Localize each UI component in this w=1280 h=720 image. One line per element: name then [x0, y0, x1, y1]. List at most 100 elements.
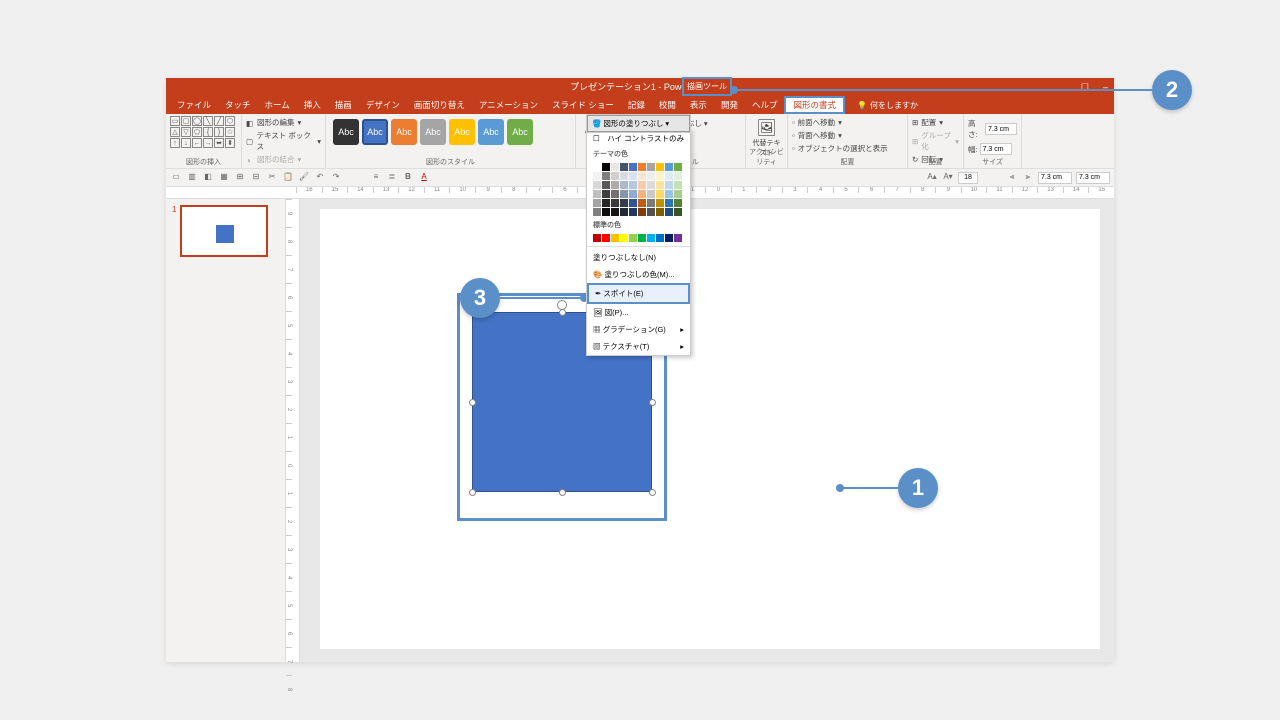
resize-handle[interactable]: [469, 489, 476, 496]
color-swatch[interactable]: [629, 234, 637, 242]
color-swatch[interactable]: [593, 190, 601, 198]
tab-animations[interactable]: アニメーション: [472, 96, 545, 114]
color-swatch[interactable]: [647, 181, 655, 189]
color-swatch[interactable]: [638, 181, 646, 189]
dim-input-2[interactable]: [1076, 172, 1110, 184]
slide-canvas[interactable]: [320, 209, 1100, 649]
edit-shape-button[interactable]: ◧図形の編集 ▾: [246, 116, 321, 129]
color-swatch[interactable]: [656, 181, 664, 189]
color-swatch[interactable]: [674, 234, 682, 242]
qat-icon[interactable]: 📋: [282, 172, 294, 184]
color-swatch[interactable]: [620, 199, 628, 207]
qat-icon[interactable]: ◧: [202, 172, 214, 184]
color-swatch[interactable]: [647, 172, 655, 180]
tab-developer[interactable]: 開発: [714, 96, 745, 114]
qat-icon[interactable]: ≡: [370, 172, 382, 184]
style-swatch-3[interactable]: Abc: [391, 119, 417, 145]
tab-record[interactable]: 記録: [621, 96, 652, 114]
color-swatch[interactable]: [638, 163, 646, 171]
font-size-input[interactable]: [958, 172, 978, 184]
text-box-button[interactable]: ▢テキスト ボックス ▾: [246, 129, 321, 153]
color-swatch[interactable]: [593, 181, 601, 189]
color-swatch[interactable]: [656, 208, 664, 216]
color-swatch[interactable]: [602, 172, 610, 180]
color-swatch[interactable]: [620, 208, 628, 216]
color-swatch[interactable]: [611, 181, 619, 189]
color-swatch[interactable]: [611, 172, 619, 180]
bring-forward-button[interactable]: ▫ 前面へ移動 ▾: [792, 116, 903, 129]
color-swatch[interactable]: [629, 181, 637, 189]
color-swatch[interactable]: [593, 172, 601, 180]
bold-icon[interactable]: B: [402, 172, 414, 184]
color-swatch[interactable]: [602, 181, 610, 189]
font-decrease-icon[interactable]: A▾: [942, 172, 954, 184]
color-swatch[interactable]: [665, 234, 673, 242]
color-swatch[interactable]: [602, 199, 610, 207]
selection-pane-button[interactable]: ▫ オブジェクトの選択と表示: [792, 142, 903, 155]
tab-draw[interactable]: 描画: [328, 96, 359, 114]
shape-height-input[interactable]: [985, 123, 1017, 135]
color-swatch[interactable]: [602, 208, 610, 216]
resize-handle[interactable]: [649, 399, 656, 406]
color-swatch[interactable]: [674, 208, 682, 216]
color-swatch[interactable]: [620, 181, 628, 189]
slide-thumbnail-1[interactable]: [180, 205, 268, 257]
alt-text-icon[interactable]: 🖼: [750, 118, 783, 138]
color-swatch[interactable]: [665, 163, 673, 171]
color-swatch[interactable]: [602, 163, 610, 171]
picture-fill-option[interactable]: 🖼 図(P)...: [587, 304, 690, 321]
shape-fill-dropdown-button[interactable]: 🪣図形の塗りつぶし ▾: [586, 114, 691, 133]
qat-icon[interactable]: ≣: [386, 172, 398, 184]
color-swatch[interactable]: [665, 199, 673, 207]
tab-transitions[interactable]: 画面切り替え: [407, 96, 472, 114]
color-swatch[interactable]: [593, 199, 601, 207]
color-swatch[interactable]: [638, 199, 646, 207]
color-swatch[interactable]: [629, 163, 637, 171]
qat-icon[interactable]: ▥: [186, 172, 198, 184]
more-fill-colors-option[interactable]: 🎨 塗りつぶしの色(M)...: [587, 266, 690, 283]
tab-touch[interactable]: タッチ: [218, 96, 258, 114]
style-swatch-7[interactable]: Abc: [507, 119, 533, 145]
tab-home[interactable]: ホーム: [258, 96, 297, 114]
color-swatch[interactable]: [629, 199, 637, 207]
tab-review[interactable]: 校閲: [652, 96, 683, 114]
resize-handle[interactable]: [649, 489, 656, 496]
tab-insert[interactable]: 挿入: [297, 96, 328, 114]
align-icon[interactable]: ⫸: [1022, 172, 1034, 184]
resize-handle[interactable]: [469, 399, 476, 406]
color-swatch[interactable]: [611, 163, 619, 171]
qat-icon[interactable]: ⊟: [250, 172, 262, 184]
color-swatch[interactable]: [638, 208, 646, 216]
color-swatch[interactable]: [620, 163, 628, 171]
dim-input-1[interactable]: [1038, 172, 1072, 184]
font-increase-icon[interactable]: A▴: [926, 172, 938, 184]
color-swatch[interactable]: [620, 234, 628, 242]
qat-icon[interactable]: ✂: [266, 172, 278, 184]
color-swatch[interactable]: [647, 163, 655, 171]
color-swatch[interactable]: [629, 172, 637, 180]
color-swatch[interactable]: [593, 234, 601, 242]
color-swatch[interactable]: [647, 234, 655, 242]
no-fill-option[interactable]: 塗りつぶしなし(N): [587, 249, 690, 266]
tab-help[interactable]: ヘルプ: [745, 96, 785, 114]
gradient-fill-option[interactable]: ▦ グラデーション(G)▸: [587, 321, 690, 338]
color-swatch[interactable]: [674, 199, 682, 207]
color-swatch[interactable]: [665, 190, 673, 198]
color-swatch[interactable]: [638, 172, 646, 180]
color-swatch[interactable]: [602, 190, 610, 198]
color-swatch[interactable]: [665, 172, 673, 180]
tell-me-search[interactable]: 💡 何をしますか: [857, 100, 918, 111]
color-swatch[interactable]: [638, 190, 646, 198]
color-swatch[interactable]: [611, 199, 619, 207]
shape-width-input[interactable]: [980, 143, 1012, 155]
color-swatch[interactable]: [656, 190, 664, 198]
color-swatch[interactable]: [665, 208, 673, 216]
color-swatch[interactable]: [611, 190, 619, 198]
color-swatch[interactable]: [638, 234, 646, 242]
color-swatch[interactable]: [620, 172, 628, 180]
tab-file[interactable]: ファイル: [170, 96, 218, 114]
qat-icon[interactable]: ▭: [170, 172, 182, 184]
qat-icon[interactable]: ↶: [314, 172, 326, 184]
style-swatch-6[interactable]: Abc: [478, 119, 504, 145]
resize-handle[interactable]: [559, 309, 566, 316]
